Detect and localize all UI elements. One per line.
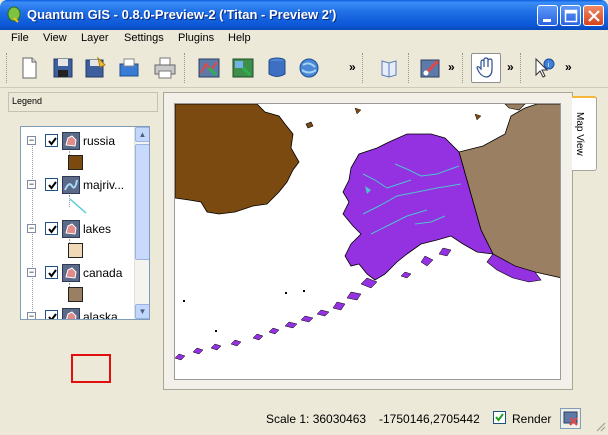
render-checkbox[interactable] (493, 411, 506, 424)
collapse-toggle[interactable]: − (27, 224, 36, 233)
layer-name: alaska (83, 310, 118, 320)
polygon-layer-icon (62, 264, 80, 282)
layer-name: russia (83, 134, 116, 148)
overview-extent-box[interactable] (71, 354, 111, 383)
legend-scrollbar[interactable]: ▲ ▼ (134, 127, 149, 319)
toolbar-overflow[interactable]: » (448, 60, 455, 74)
menu-view[interactable]: View (43, 32, 67, 44)
layer-visibility-checkbox[interactable] (45, 310, 58, 319)
close-button[interactable] (583, 5, 604, 26)
title-bar: Quantum GIS - 0.8.0-Preview-2 ('Titan - … (0, 0, 608, 30)
collapse-toggle[interactable]: − (27, 312, 36, 319)
layer-name: canada (83, 266, 123, 280)
resize-grip-icon[interactable] (594, 420, 606, 432)
scroll-up-arrow-icon[interactable]: ▲ (135, 127, 149, 142)
canada-polygon (458, 104, 560, 278)
menu-plugins[interactable]: Plugins (178, 32, 214, 44)
majrivers-symbol-line (68, 195, 90, 215)
layer-visibility-checkbox[interactable] (45, 222, 58, 235)
scroll-thumb[interactable] (135, 144, 149, 260)
canada-symbol-swatch (68, 287, 83, 302)
legend-layer-canada[interactable]: − canada (21, 262, 136, 284)
toolbar-overflow[interactable]: » (565, 60, 572, 74)
save-as-icon[interactable] (80, 53, 110, 83)
layer-visibility-checkbox[interactable] (45, 134, 58, 147)
collapse-toggle[interactable]: − (27, 180, 36, 189)
menu-settings[interactable]: Settings (124, 32, 164, 44)
line-layer-icon (62, 176, 80, 194)
tab-map-view[interactable]: Map View (572, 96, 597, 171)
help-book-icon[interactable] (374, 53, 404, 83)
toolbar-handle[interactable] (520, 53, 523, 83)
legend-dock-title: Legend (8, 92, 158, 112)
add-wms-layer-icon[interactable] (294, 53, 324, 83)
collapse-toggle[interactable]: − (27, 136, 36, 145)
toolbar-handle[interactable] (184, 53, 187, 83)
polygon-layer-icon (62, 132, 80, 150)
layer-name: majriv... (83, 178, 125, 192)
scroll-down-arrow-icon[interactable]: ▼ (135, 304, 149, 319)
menu-bar: File View Layer Settings Plugins Help (0, 30, 608, 48)
polygon-layer-icon (62, 308, 80, 319)
main-toolbar: » » » i » (0, 48, 608, 88)
legend-layer-majrivers[interactable]: − majriv... (21, 174, 136, 196)
layer-visibility-checkbox[interactable] (45, 178, 58, 191)
layer-visibility-checkbox[interactable] (45, 266, 58, 279)
russia-polygon (175, 104, 300, 215)
legend-layer-lakes[interactable]: − lakes (21, 218, 136, 240)
identify-icon[interactable]: i (528, 53, 558, 83)
toolbar-handle[interactable] (6, 53, 9, 83)
menu-layer[interactable]: Layer (81, 32, 109, 44)
minimize-button[interactable] (537, 5, 558, 26)
maximize-button[interactable] (560, 5, 581, 26)
coordinate-display: -1750146,2705442 (379, 412, 480, 426)
capture-point-icon[interactable] (416, 53, 446, 83)
collapse-toggle[interactable]: − (27, 268, 36, 277)
open-project-icon[interactable] (114, 53, 144, 83)
toolbar-overflow[interactable]: » (507, 60, 514, 74)
scale-display: Scale 1: 36030463 (266, 412, 367, 426)
pan-hand-icon[interactable] (471, 53, 501, 83)
toolbar-handle[interactable] (462, 53, 465, 83)
menu-file[interactable]: File (11, 32, 29, 44)
map-canvas[interactable] (174, 103, 561, 380)
russia-symbol-swatch (68, 155, 83, 170)
aleutian-islands (175, 247, 452, 361)
save-project-icon[interactable] (48, 53, 78, 83)
legend-layer-alaska[interactable]: − alaska (21, 306, 136, 320)
qgis-logo-icon (6, 6, 22, 23)
layer-name: lakes (83, 222, 112, 236)
add-raster-layer-icon[interactable] (228, 53, 258, 83)
new-project-icon[interactable] (14, 53, 44, 83)
tab-label: Map View (574, 112, 585, 156)
print-icon[interactable] (150, 53, 180, 83)
legend-layer-russia[interactable]: − russia (21, 130, 136, 152)
toolbar-handle[interactable] (408, 53, 411, 83)
toolbar-handle[interactable] (362, 53, 365, 83)
stop-render-icon[interactable] (560, 408, 581, 429)
render-label: Render (512, 412, 552, 426)
toolbar-overflow[interactable]: » (349, 60, 356, 74)
legend-tree[interactable]: − russia − majriv... − lakes − canada − (20, 126, 150, 320)
lakes-symbol-swatch (68, 243, 83, 258)
add-postgis-layer-icon[interactable] (262, 53, 292, 83)
add-vector-layer-icon[interactable] (194, 53, 224, 83)
polygon-layer-icon (62, 220, 80, 238)
window-title: Quantum GIS - 0.8.0-Preview-2 ('Titan - … (27, 7, 337, 22)
menu-help[interactable]: Help (228, 32, 251, 44)
status-bar: Scale 1: 36030463 -1750146,2705442 Rende… (0, 404, 608, 434)
